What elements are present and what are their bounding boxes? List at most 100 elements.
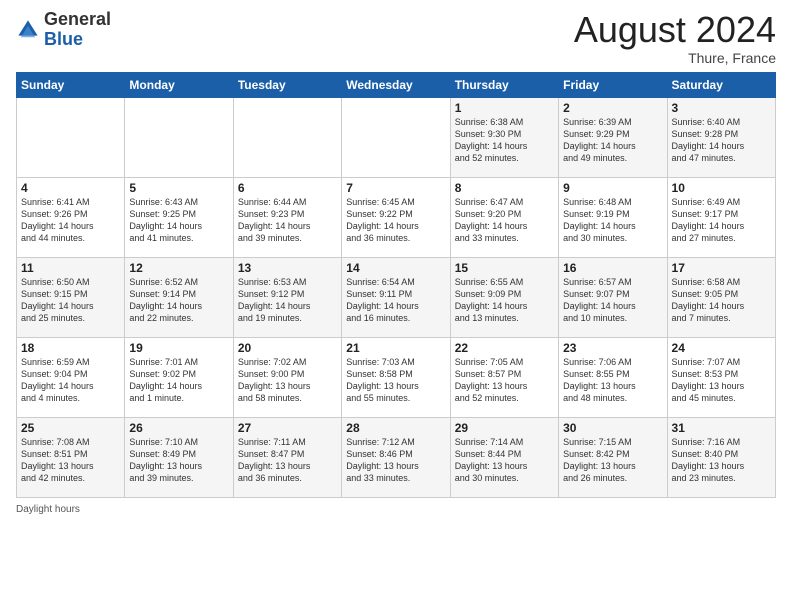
title-block: August 2024 Thure, France (574, 10, 776, 66)
calendar-cell (17, 97, 125, 177)
calendar-cell: 23Sunrise: 7:06 AM Sunset: 8:55 PM Dayli… (559, 337, 667, 417)
cell-info: Sunrise: 7:15 AM Sunset: 8:42 PM Dayligh… (563, 436, 662, 485)
footer: Daylight hours (16, 504, 776, 515)
cell-info: Sunrise: 7:06 AM Sunset: 8:55 PM Dayligh… (563, 356, 662, 405)
day-number: 7 (346, 181, 445, 195)
cell-info: Sunrise: 7:03 AM Sunset: 8:58 PM Dayligh… (346, 356, 445, 405)
cell-info: Sunrise: 6:52 AM Sunset: 9:14 PM Dayligh… (129, 276, 228, 325)
day-number: 17 (672, 261, 771, 275)
calendar-cell: 11Sunrise: 6:50 AM Sunset: 9:15 PM Dayli… (17, 257, 125, 337)
calendar-cell: 19Sunrise: 7:01 AM Sunset: 9:02 PM Dayli… (125, 337, 233, 417)
calendar-cell: 27Sunrise: 7:11 AM Sunset: 8:47 PM Dayli… (233, 417, 341, 497)
cell-info: Sunrise: 6:39 AM Sunset: 9:29 PM Dayligh… (563, 116, 662, 165)
cell-info: Sunrise: 7:08 AM Sunset: 8:51 PM Dayligh… (21, 436, 120, 485)
day-number: 20 (238, 341, 337, 355)
calendar-cell: 15Sunrise: 6:55 AM Sunset: 9:09 PM Dayli… (450, 257, 558, 337)
cell-info: Sunrise: 6:55 AM Sunset: 9:09 PM Dayligh… (455, 276, 554, 325)
cell-info: Sunrise: 6:49 AM Sunset: 9:17 PM Dayligh… (672, 196, 771, 245)
day-number: 31 (672, 421, 771, 435)
day-number: 4 (21, 181, 120, 195)
cell-info: Sunrise: 6:48 AM Sunset: 9:19 PM Dayligh… (563, 196, 662, 245)
calendar-cell: 21Sunrise: 7:03 AM Sunset: 8:58 PM Dayli… (342, 337, 450, 417)
calendar-cell: 29Sunrise: 7:14 AM Sunset: 8:44 PM Dayli… (450, 417, 558, 497)
day-number: 5 (129, 181, 228, 195)
calendar-cell: 6Sunrise: 6:44 AM Sunset: 9:23 PM Daylig… (233, 177, 341, 257)
calendar-cell: 14Sunrise: 6:54 AM Sunset: 9:11 PM Dayli… (342, 257, 450, 337)
column-header-monday: Monday (125, 72, 233, 97)
calendar-cell (342, 97, 450, 177)
day-number: 12 (129, 261, 228, 275)
daylight-label: Daylight hours (16, 504, 80, 515)
calendar-cell: 9Sunrise: 6:48 AM Sunset: 9:19 PM Daylig… (559, 177, 667, 257)
calendar-cell: 10Sunrise: 6:49 AM Sunset: 9:17 PM Dayli… (667, 177, 775, 257)
day-number: 21 (346, 341, 445, 355)
cell-info: Sunrise: 6:58 AM Sunset: 9:05 PM Dayligh… (672, 276, 771, 325)
day-number: 24 (672, 341, 771, 355)
calendar-cell: 22Sunrise: 7:05 AM Sunset: 8:57 PM Dayli… (450, 337, 558, 417)
day-number: 16 (563, 261, 662, 275)
column-header-saturday: Saturday (667, 72, 775, 97)
column-header-friday: Friday (559, 72, 667, 97)
calendar-cell: 31Sunrise: 7:16 AM Sunset: 8:40 PM Dayli… (667, 417, 775, 497)
cell-info: Sunrise: 7:16 AM Sunset: 8:40 PM Dayligh… (672, 436, 771, 485)
calendar-subtitle: Thure, France (574, 50, 776, 66)
cell-info: Sunrise: 6:47 AM Sunset: 9:20 PM Dayligh… (455, 196, 554, 245)
cell-info: Sunrise: 7:12 AM Sunset: 8:46 PM Dayligh… (346, 436, 445, 485)
calendar-cell: 18Sunrise: 6:59 AM Sunset: 9:04 PM Dayli… (17, 337, 125, 417)
calendar-cell: 3Sunrise: 6:40 AM Sunset: 9:28 PM Daylig… (667, 97, 775, 177)
logo-blue-text: Blue (44, 29, 83, 49)
cell-info: Sunrise: 6:40 AM Sunset: 9:28 PM Dayligh… (672, 116, 771, 165)
calendar-cell (233, 97, 341, 177)
column-header-wednesday: Wednesday (342, 72, 450, 97)
day-number: 15 (455, 261, 554, 275)
day-number: 30 (563, 421, 662, 435)
cell-info: Sunrise: 7:07 AM Sunset: 8:53 PM Dayligh… (672, 356, 771, 405)
day-number: 13 (238, 261, 337, 275)
calendar-title: August 2024 (574, 10, 776, 50)
day-number: 26 (129, 421, 228, 435)
logo-icon (16, 18, 40, 42)
cell-info: Sunrise: 6:57 AM Sunset: 9:07 PM Dayligh… (563, 276, 662, 325)
calendar-table: SundayMondayTuesdayWednesdayThursdayFrid… (16, 72, 776, 498)
day-number: 23 (563, 341, 662, 355)
column-header-sunday: Sunday (17, 72, 125, 97)
cell-info: Sunrise: 7:02 AM Sunset: 9:00 PM Dayligh… (238, 356, 337, 405)
column-header-thursday: Thursday (450, 72, 558, 97)
day-number: 19 (129, 341, 228, 355)
day-number: 1 (455, 101, 554, 115)
calendar-cell: 20Sunrise: 7:02 AM Sunset: 9:00 PM Dayli… (233, 337, 341, 417)
logo-general-text: General (44, 9, 111, 29)
calendar-cell: 30Sunrise: 7:15 AM Sunset: 8:42 PM Dayli… (559, 417, 667, 497)
week-row-4: 18Sunrise: 6:59 AM Sunset: 9:04 PM Dayli… (17, 337, 776, 417)
calendar-cell: 28Sunrise: 7:12 AM Sunset: 8:46 PM Dayli… (342, 417, 450, 497)
calendar-cell: 1Sunrise: 6:38 AM Sunset: 9:30 PM Daylig… (450, 97, 558, 177)
calendar-cell: 12Sunrise: 6:52 AM Sunset: 9:14 PM Dayli… (125, 257, 233, 337)
day-number: 14 (346, 261, 445, 275)
calendar-cell: 7Sunrise: 6:45 AM Sunset: 9:22 PM Daylig… (342, 177, 450, 257)
day-number: 18 (21, 341, 120, 355)
day-number: 10 (672, 181, 771, 195)
week-row-2: 4Sunrise: 6:41 AM Sunset: 9:26 PM Daylig… (17, 177, 776, 257)
week-row-5: 25Sunrise: 7:08 AM Sunset: 8:51 PM Dayli… (17, 417, 776, 497)
day-number: 3 (672, 101, 771, 115)
cell-info: Sunrise: 7:11 AM Sunset: 8:47 PM Dayligh… (238, 436, 337, 485)
cell-info: Sunrise: 7:14 AM Sunset: 8:44 PM Dayligh… (455, 436, 554, 485)
cell-info: Sunrise: 7:05 AM Sunset: 8:57 PM Dayligh… (455, 356, 554, 405)
day-number: 25 (21, 421, 120, 435)
calendar-cell: 26Sunrise: 7:10 AM Sunset: 8:49 PM Dayli… (125, 417, 233, 497)
calendar-cell: 8Sunrise: 6:47 AM Sunset: 9:20 PM Daylig… (450, 177, 558, 257)
cell-info: Sunrise: 6:54 AM Sunset: 9:11 PM Dayligh… (346, 276, 445, 325)
day-number: 22 (455, 341, 554, 355)
week-row-3: 11Sunrise: 6:50 AM Sunset: 9:15 PM Dayli… (17, 257, 776, 337)
cell-info: Sunrise: 6:59 AM Sunset: 9:04 PM Dayligh… (21, 356, 120, 405)
calendar-cell: 16Sunrise: 6:57 AM Sunset: 9:07 PM Dayli… (559, 257, 667, 337)
header-row: SundayMondayTuesdayWednesdayThursdayFrid… (17, 72, 776, 97)
cell-info: Sunrise: 7:01 AM Sunset: 9:02 PM Dayligh… (129, 356, 228, 405)
day-number: 28 (346, 421, 445, 435)
day-number: 2 (563, 101, 662, 115)
calendar-cell (125, 97, 233, 177)
day-number: 9 (563, 181, 662, 195)
logo: General Blue (16, 10, 111, 50)
calendar-cell: 13Sunrise: 6:53 AM Sunset: 9:12 PM Dayli… (233, 257, 341, 337)
cell-info: Sunrise: 6:43 AM Sunset: 9:25 PM Dayligh… (129, 196, 228, 245)
